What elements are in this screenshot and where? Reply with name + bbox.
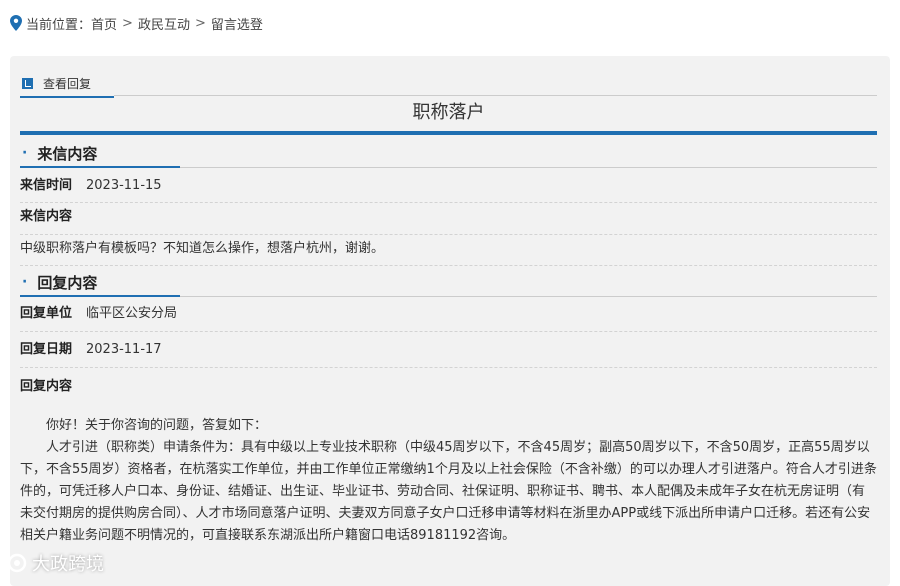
reply-unit-value: 临平区公安分局 — [86, 306, 178, 321]
breadcrumb: 当前位置： 首页 > 政民互动 > 留言选登 — [10, 13, 263, 33]
reply-content-label-row: 回复内容 — [20, 374, 877, 404]
field-label: 回复日期 — [20, 342, 73, 357]
section-title: 来信内容 — [37, 144, 98, 163]
breadcrumb-interaction-link[interactable]: 政民互动 — [138, 14, 190, 33]
letter-content-text: 中级职称落户有模板吗？不知道怎么操作，想落户杭州，谢谢。 — [20, 241, 385, 256]
title-underline — [20, 131, 877, 135]
watermark-logo-icon — [7, 553, 27, 573]
watermark: 大政跨境 — [6, 550, 104, 576]
letter-time-row: 来信时间 2023-11-15 — [20, 174, 877, 203]
field-label: 回复内容 — [20, 379, 73, 394]
field-label: 来信内容 — [20, 209, 73, 224]
divider — [180, 167, 877, 168]
breadcrumb-messages-link[interactable]: 留言选登 — [211, 14, 263, 33]
breadcrumb-separator: > — [122, 15, 133, 31]
divider — [114, 95, 877, 96]
breadcrumb-separator: > — [194, 15, 206, 31]
bullet-icon: · — [22, 274, 28, 290]
breadcrumb-prefix: 当前位置： — [26, 17, 92, 33]
reply-date-value: 2023-11-17 — [86, 342, 162, 357]
divider — [180, 296, 877, 297]
tab-view-reply[interactable]: 查看回复 — [20, 70, 114, 98]
reply-content-body: 你好！关于你咨询的问题，答复如下： 人才引进（职称类）申请条件为：具有中级以上专… — [20, 415, 877, 547]
breadcrumb-home-link[interactable]: 首页 — [91, 14, 117, 33]
page-title: 职称落户 — [412, 102, 485, 123]
reply-date-row: 回复日期 2023-11-17 — [20, 337, 877, 368]
letter-section-heading: · 来信内容 — [20, 140, 180, 168]
content-panel: 查看回复 职称落户 · 来信内容 来信时间 2023-11-15 来信内容 中级职… — [10, 56, 890, 586]
field-label: 回复单位 — [20, 306, 73, 321]
reply-section-heading: · 回复内容 — [20, 269, 180, 297]
tab-label: 查看回复 — [43, 76, 92, 91]
letter-time-value: 2023-11-15 — [86, 178, 162, 193]
letter-content-row: 中级职称落户有模板吗？不知道怎么操作，想落户杭州，谢谢。 — [20, 237, 877, 266]
reply-paragraph: 你好！关于你咨询的问题，答复如下： — [46, 418, 268, 433]
letter-content-label-row: 来信内容 — [20, 204, 877, 235]
bullet-icon: · — [22, 145, 28, 161]
watermark-text: 大政跨境 — [32, 554, 104, 575]
field-label: 来信时间 — [20, 178, 73, 193]
document-icon — [22, 77, 33, 89]
reply-paragraph: 人才引进（职称类）申请条件为：具有中级以上专业技术职称（中级45周岁以下，不含4… — [20, 440, 877, 543]
section-title: 回复内容 — [37, 273, 98, 292]
reply-unit-row: 回复单位 临平区公安分局 — [20, 301, 877, 332]
location-pin-icon — [10, 15, 22, 31]
